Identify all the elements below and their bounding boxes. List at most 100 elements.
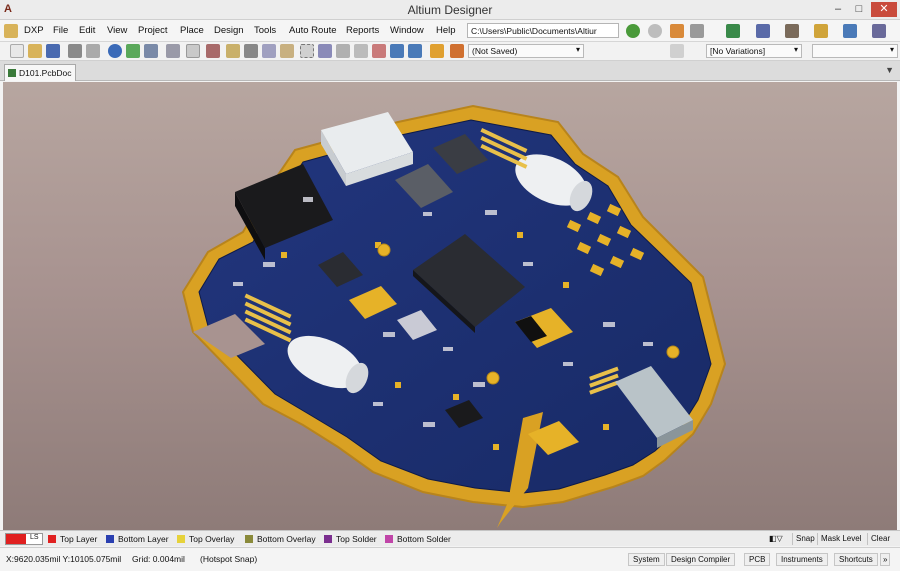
open-icon[interactable] — [28, 44, 42, 58]
save-icon[interactable] — [46, 44, 60, 58]
jump-icon[interactable] — [430, 44, 444, 58]
undo-icon[interactable] — [390, 44, 404, 58]
layer-color-swatch — [6, 534, 26, 544]
move-icon[interactable] — [318, 44, 332, 58]
menu-design[interactable]: Design — [214, 25, 244, 36]
layer-tab-top-solder[interactable]: Top Solder — [324, 534, 377, 545]
panel-pcb-button[interactable]: PCB — [744, 553, 771, 566]
cursor-coordinates: X:9620.035mil Y:10105.075mil — [6, 554, 122, 564]
menu-help[interactable]: Help — [436, 25, 456, 36]
layer-tab-label: Top Solder — [336, 534, 377, 544]
menu-tools[interactable]: Tools — [254, 25, 276, 36]
cross-icon[interactable] — [336, 44, 350, 58]
window-title: Altium Designer — [407, 3, 493, 17]
print-preview-icon[interactable] — [86, 44, 100, 58]
path-field[interactable]: C:\Users\Public\Documents\Altiur — [467, 23, 619, 38]
deselect-icon[interactable] — [354, 44, 368, 58]
dxp-icon — [4, 24, 18, 38]
menu-dxp[interactable]: DXP — [24, 25, 44, 36]
go-back-icon[interactable] — [648, 24, 662, 38]
zoom-fit-icon[interactable] — [144, 44, 158, 58]
layers-icon[interactable] — [756, 24, 770, 38]
clear-button[interactable]: Clear — [867, 533, 893, 545]
go-forward-icon[interactable] — [626, 24, 640, 38]
paste-icon[interactable] — [280, 44, 294, 58]
zoom-area-icon[interactable] — [166, 44, 180, 58]
layer-tab-top-overlay[interactable]: Top Overlay — [177, 534, 234, 545]
current-layer-indicator[interactable]: LS — [5, 533, 43, 545]
saved-state-label: (Not Saved) — [472, 46, 518, 56]
layer-tab-top-layer[interactable]: Top Layer — [48, 534, 97, 545]
layer-tab-bottom-layer[interactable]: Bottom Layer — [106, 534, 169, 545]
layer-tab-bottom-solder[interactable]: Bottom Solder — [385, 534, 451, 545]
tab-pcbdoc[interactable]: D101.PcbDoc — [4, 64, 76, 81]
variations-label: [No Variations] — [710, 46, 766, 56]
panel-system-button[interactable]: System — [628, 553, 665, 566]
grid-icon[interactable] — [872, 24, 886, 38]
layer-tab-label: Bottom Solder — [397, 534, 451, 544]
title-bar: A Altium Designer – □ ✕ — [0, 0, 900, 20]
report-icon[interactable] — [843, 24, 857, 38]
view-board-icon[interactable] — [126, 44, 140, 58]
chevron-down-icon: ▾ — [889, 45, 894, 54]
menu-view[interactable]: View — [107, 25, 127, 36]
menu-place[interactable]: Place — [180, 25, 204, 36]
chevron-down-icon: ▾ — [793, 45, 798, 54]
layer-tab-label: Top Layer — [60, 534, 98, 544]
snap-button[interactable]: Snap — [792, 533, 818, 545]
variations-dropdown[interactable]: [No Variations] ▾ — [706, 44, 802, 58]
tab-pcbdoc-label: D101.PcbDoc — [19, 68, 72, 78]
layer-tab-label: Bottom Layer — [118, 534, 169, 544]
clear-icon[interactable] — [372, 44, 386, 58]
grid-size: Grid: 0.004mil — [132, 554, 185, 564]
redo-icon[interactable] — [408, 44, 422, 58]
filter-icon[interactable] — [206, 44, 220, 58]
layer-set-label: LS — [30, 534, 39, 541]
layer-swatch — [324, 535, 332, 543]
new-icon[interactable] — [10, 44, 24, 58]
menu-file[interactable]: File — [53, 25, 68, 36]
align-icon[interactable] — [814, 24, 828, 38]
variant-icon[interactable] — [670, 44, 684, 58]
pin-icon[interactable]: ▼ — [885, 65, 894, 75]
menu-auto-route[interactable]: Auto Route — [289, 25, 337, 36]
menu-window[interactable]: Window — [390, 25, 424, 36]
layer-nav-icon[interactable]: ◧▽ — [766, 533, 786, 545]
mask-level-button[interactable]: Mask Level — [817, 533, 864, 545]
minimize-button[interactable]: – — [828, 2, 848, 17]
panel-instruments-button[interactable]: Instruments — [776, 553, 828, 566]
select-area-icon[interactable] — [300, 44, 314, 58]
pcb-document-icon — [8, 69, 16, 77]
routing-icon[interactable] — [726, 24, 740, 38]
layer-tab-label: Top Overlay — [189, 534, 235, 544]
print-icon[interactable] — [68, 44, 82, 58]
panel-design-compiler-button[interactable]: Design Compiler — [666, 553, 736, 566]
layer-tab-label: Bottom Overlay — [257, 534, 316, 544]
snap-mode: (Hotspot Snap) — [200, 554, 258, 564]
more-panels-icon[interactable]: » — [880, 553, 891, 566]
zoom-selected-icon[interactable] — [186, 44, 200, 58]
menu-reports[interactable]: Reports — [346, 25, 379, 36]
panel-shortcuts-button[interactable]: Shortcuts — [834, 553, 878, 566]
open-project-icon[interactable] — [108, 44, 122, 58]
cut-icon[interactable] — [244, 44, 258, 58]
saved-state-dropdown[interactable]: (Not Saved) ▾ — [468, 44, 584, 58]
place-icon[interactable] — [785, 24, 799, 38]
extra-dropdown[interactable]: ▾ — [812, 44, 898, 58]
menu-project[interactable]: Project — [138, 25, 168, 36]
layer-swatch — [245, 535, 253, 543]
maximize-button[interactable]: □ — [849, 2, 869, 17]
menu-edit[interactable]: Edit — [79, 25, 95, 36]
pcb-3d-viewport[interactable] — [3, 82, 897, 530]
options-icon[interactable] — [690, 24, 704, 38]
highlight-icon[interactable] — [226, 44, 240, 58]
layer-tab-bottom-overlay[interactable]: Bottom Overlay — [245, 534, 316, 545]
pcb-board-render — [181, 104, 727, 528]
menu-bar: DXP File Edit View Project Place Design … — [0, 20, 900, 42]
home-icon[interactable] — [670, 24, 684, 38]
status-bar: X:9620.035mil Y:10105.075mil Grid: 0.004… — [0, 547, 900, 571]
copy-icon[interactable] — [262, 44, 276, 58]
close-button[interactable]: ✕ — [871, 2, 897, 17]
layer-swatch — [48, 535, 56, 543]
browse-icon[interactable] — [450, 44, 464, 58]
